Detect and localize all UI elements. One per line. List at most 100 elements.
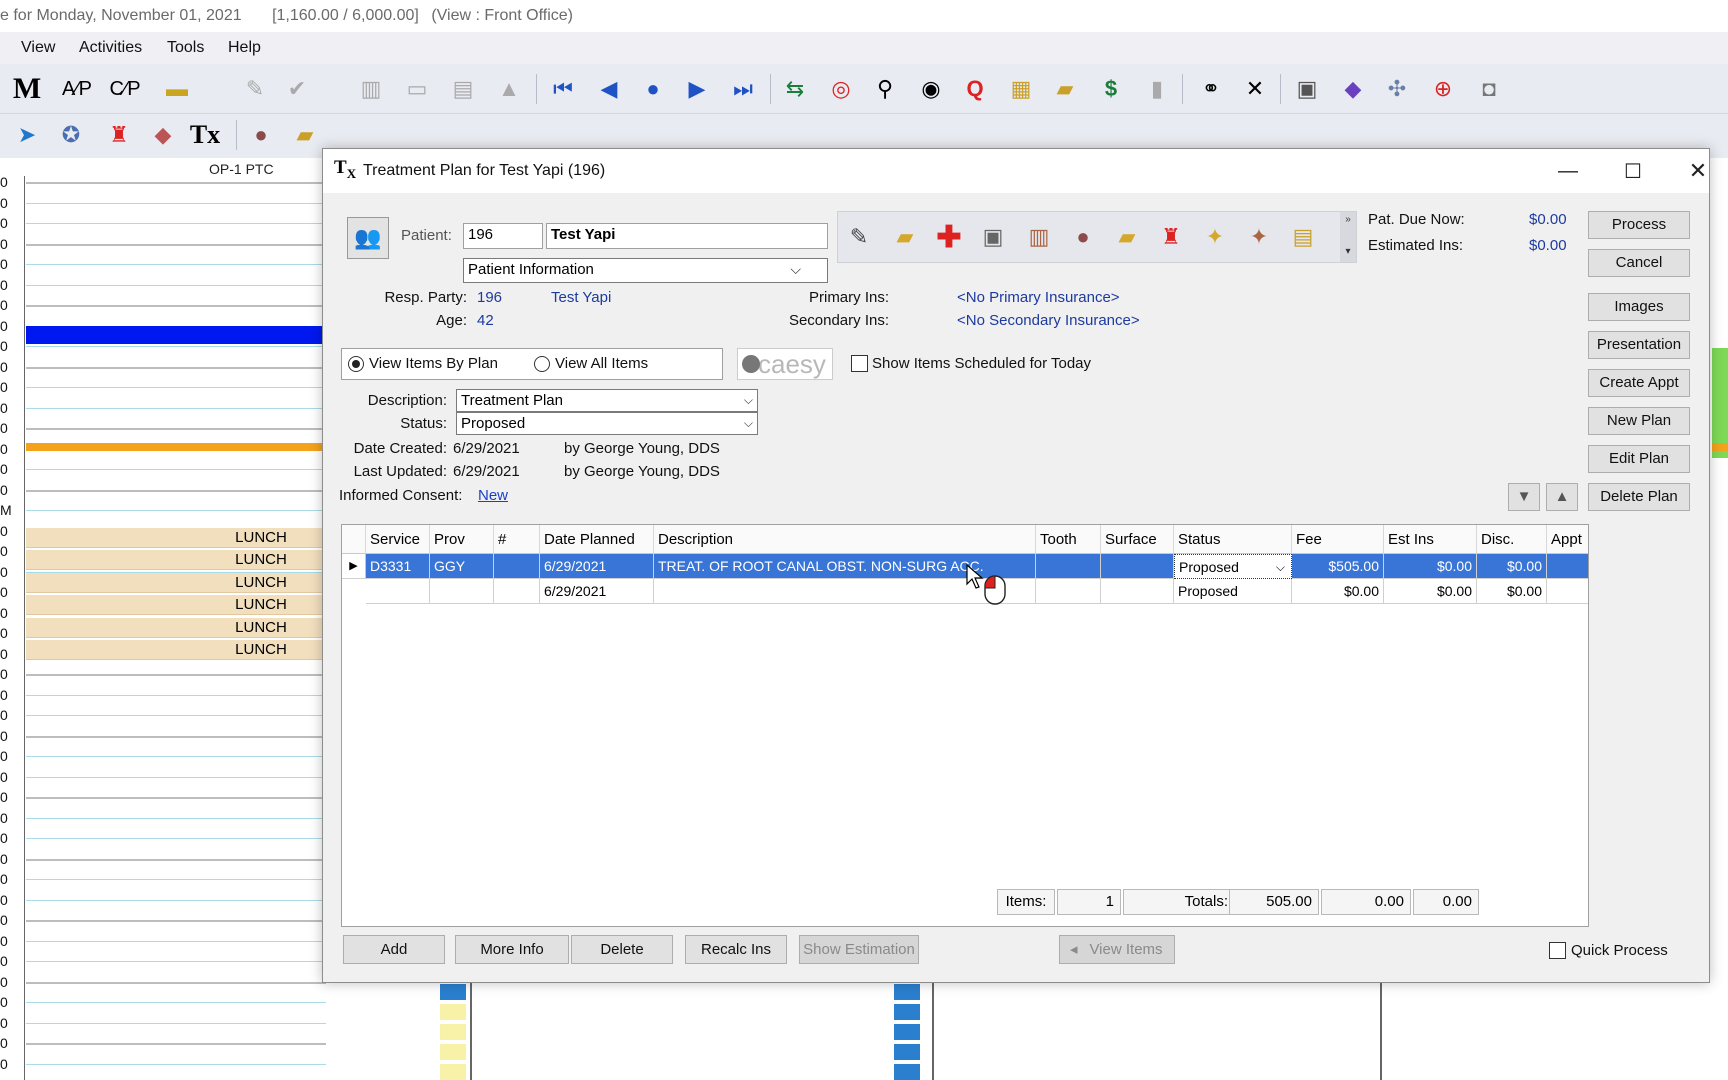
presentation-button[interactable]: Presentation: [1588, 331, 1690, 359]
documents-icon[interactable]: ▰: [290, 120, 320, 150]
spray-icon[interactable]: ♜: [104, 120, 134, 150]
appointment-block[interactable]: [26, 326, 326, 344]
patient-name-field[interactable]: Test Yapi: [546, 223, 828, 249]
new-plan-button[interactable]: New Plan: [1588, 407, 1690, 435]
minimize-button[interactable]: —: [1545, 149, 1591, 193]
target-icon[interactable]: ◎: [826, 74, 856, 104]
recalc-ins-button[interactable]: Recalc Ins: [685, 935, 787, 964]
tx-icon[interactable]: Tx: [190, 120, 220, 150]
show-scheduled-label[interactable]: Show Items Scheduled for Today: [872, 355, 1091, 372]
xray-icon[interactable]: ▤: [1288, 222, 1318, 252]
brain-icon[interactable]: ●: [1068, 222, 1098, 252]
table-cell-fee[interactable]: $0.00: [1292, 579, 1384, 604]
patient-select-icon[interactable]: 👥: [347, 217, 389, 259]
lunch-block[interactable]: LUNCH: [26, 640, 326, 660]
table-cell-date-planned[interactable]: 6/29/2021: [540, 554, 654, 579]
book-icon[interactable]: ◆: [1338, 74, 1368, 104]
view-all-label[interactable]: View All Items: [555, 355, 648, 372]
primary-ins-link[interactable]: <No Primary Insurance>: [957, 289, 1120, 306]
images-button[interactable]: Images: [1588, 293, 1690, 321]
view-items-button[interactable]: ◂ View Items: [1059, 935, 1175, 964]
lunch-block[interactable]: LUNCH: [26, 528, 326, 548]
check-icon[interactable]: ✔: [282, 74, 312, 104]
delete-button[interactable]: Delete: [571, 935, 673, 964]
network-icon[interactable]: ✣: [1382, 74, 1412, 104]
group-icon[interactable]: ✪: [56, 120, 86, 150]
cancel-button[interactable]: Cancel: [1588, 249, 1690, 277]
column-header-appt[interactable]: Appt: [1547, 525, 1588, 554]
view-all-radio[interactable]: [534, 356, 550, 372]
informed-consent-new-link[interactable]: New: [478, 487, 508, 504]
pencil-icon[interactable]: ✎: [240, 74, 270, 104]
table-cell-number[interactable]: [494, 554, 540, 579]
group-add-icon[interactable]: ✦: [1244, 222, 1274, 252]
column-header-description[interactable]: Description: [654, 525, 1036, 554]
thumb-icon[interactable]: ▲: [494, 74, 524, 104]
table-cell-fee[interactable]: $505.00: [1292, 554, 1384, 579]
move-up-button[interactable]: ▲: [1546, 483, 1578, 511]
camera-icon[interactable]: ◘: [1474, 74, 1504, 104]
folder-icon[interactable]: ▰: [890, 222, 920, 252]
table-cell-tooth[interactable]: [1036, 554, 1101, 579]
view-by-plan-label[interactable]: View Items By Plan: [369, 355, 498, 372]
stop-icon[interactable]: ●: [638, 74, 668, 104]
brain-icon[interactable]: ●: [246, 120, 276, 150]
window-icon[interactable]: ▭: [402, 74, 432, 104]
phone-icon[interactable]: ▮: [1142, 74, 1172, 104]
documents-icon[interactable]: ▰: [1112, 222, 1142, 252]
ledger-icon[interactable]: ▦: [1006, 74, 1036, 104]
table-cell-service[interactable]: [366, 579, 430, 604]
add-button[interactable]: Add: [343, 935, 445, 964]
medical-alert-icon[interactable]: ✚: [934, 221, 964, 254]
previous-icon[interactable]: ◀: [594, 74, 624, 104]
menu-activities[interactable]: Activities: [79, 32, 142, 64]
green-appointment-block[interactable]: [1712, 348, 1728, 458]
column-header-status[interactable]: Status: [1174, 525, 1292, 554]
trash-icon[interactable]: ▥: [356, 74, 386, 104]
show-estimation-button[interactable]: Show Estimation: [799, 935, 919, 964]
column-header-fee[interactable]: Fee: [1292, 525, 1384, 554]
next-icon[interactable]: ▶: [682, 74, 712, 104]
status-select[interactable]: Proposed ⌵: [456, 412, 758, 435]
menu-help[interactable]: Help: [228, 32, 261, 64]
walking-person-icon[interactable]: ➤: [12, 120, 42, 150]
new-folder-icon[interactable]: ✦: [1200, 222, 1230, 252]
tools-icon[interactable]: ✕: [1240, 74, 1270, 104]
column-header-disc[interactable]: Disc.: [1477, 525, 1547, 554]
table-cell-prov[interactable]: [430, 579, 494, 604]
close-button[interactable]: ✕: [1675, 149, 1721, 193]
drawer-icon[interactable]: ▤: [448, 74, 478, 104]
quick-process-label[interactable]: Quick Process: [1571, 942, 1668, 959]
table-cell-tooth[interactable]: [1036, 579, 1101, 604]
view-by-plan-radio[interactable]: [348, 356, 364, 372]
family-icon[interactable]: ▥: [1024, 222, 1054, 252]
menu-tools[interactable]: Tools: [167, 32, 204, 64]
column-header-number[interactable]: #: [494, 525, 540, 554]
cp-icon[interactable]: C⁄P: [109, 74, 140, 104]
printer-icon[interactable]: ▣: [1292, 74, 1322, 104]
table-cell-est-ins[interactable]: $0.00: [1384, 554, 1477, 579]
transfer-icon[interactable]: ⇆: [780, 74, 810, 104]
patient-id-field[interactable]: 196: [463, 223, 543, 249]
table-cell-disc[interactable]: $0.00: [1477, 554, 1547, 579]
create-appt-button[interactable]: Create Appt: [1588, 369, 1690, 397]
binoculars-icon[interactable]: ◉: [916, 74, 946, 104]
goggles-icon[interactable]: ⚭: [1196, 74, 1226, 104]
lunch-block[interactable]: LUNCH: [26, 573, 326, 593]
column-header-surface[interactable]: Surface: [1101, 525, 1174, 554]
column-header-prov[interactable]: Prov: [430, 525, 494, 554]
table-cell-surface[interactable]: [1101, 554, 1174, 579]
lunch-block[interactable]: LUNCH: [26, 595, 326, 615]
menu-view[interactable]: View: [21, 32, 55, 64]
table-cell-number[interactable]: [494, 579, 540, 604]
column-header-service[interactable]: Service: [366, 525, 430, 554]
delete-plan-button[interactable]: Delete Plan: [1588, 483, 1690, 511]
table-cell-date-planned[interactable]: 6/29/2021: [540, 579, 654, 604]
magnifier-icon[interactable]: ⚲: [870, 74, 900, 104]
dollar-icon[interactable]: $: [1096, 74, 1126, 104]
last-icon[interactable]: ⏭: [728, 74, 758, 104]
status-cell-dropdown[interactable]: Proposed ⌵: [1174, 554, 1292, 579]
lifebuoy-icon[interactable]: ⊕: [1428, 74, 1458, 104]
note-icon[interactable]: ▰: [1050, 74, 1080, 104]
table-cell-service[interactable]: D3331: [366, 554, 430, 579]
